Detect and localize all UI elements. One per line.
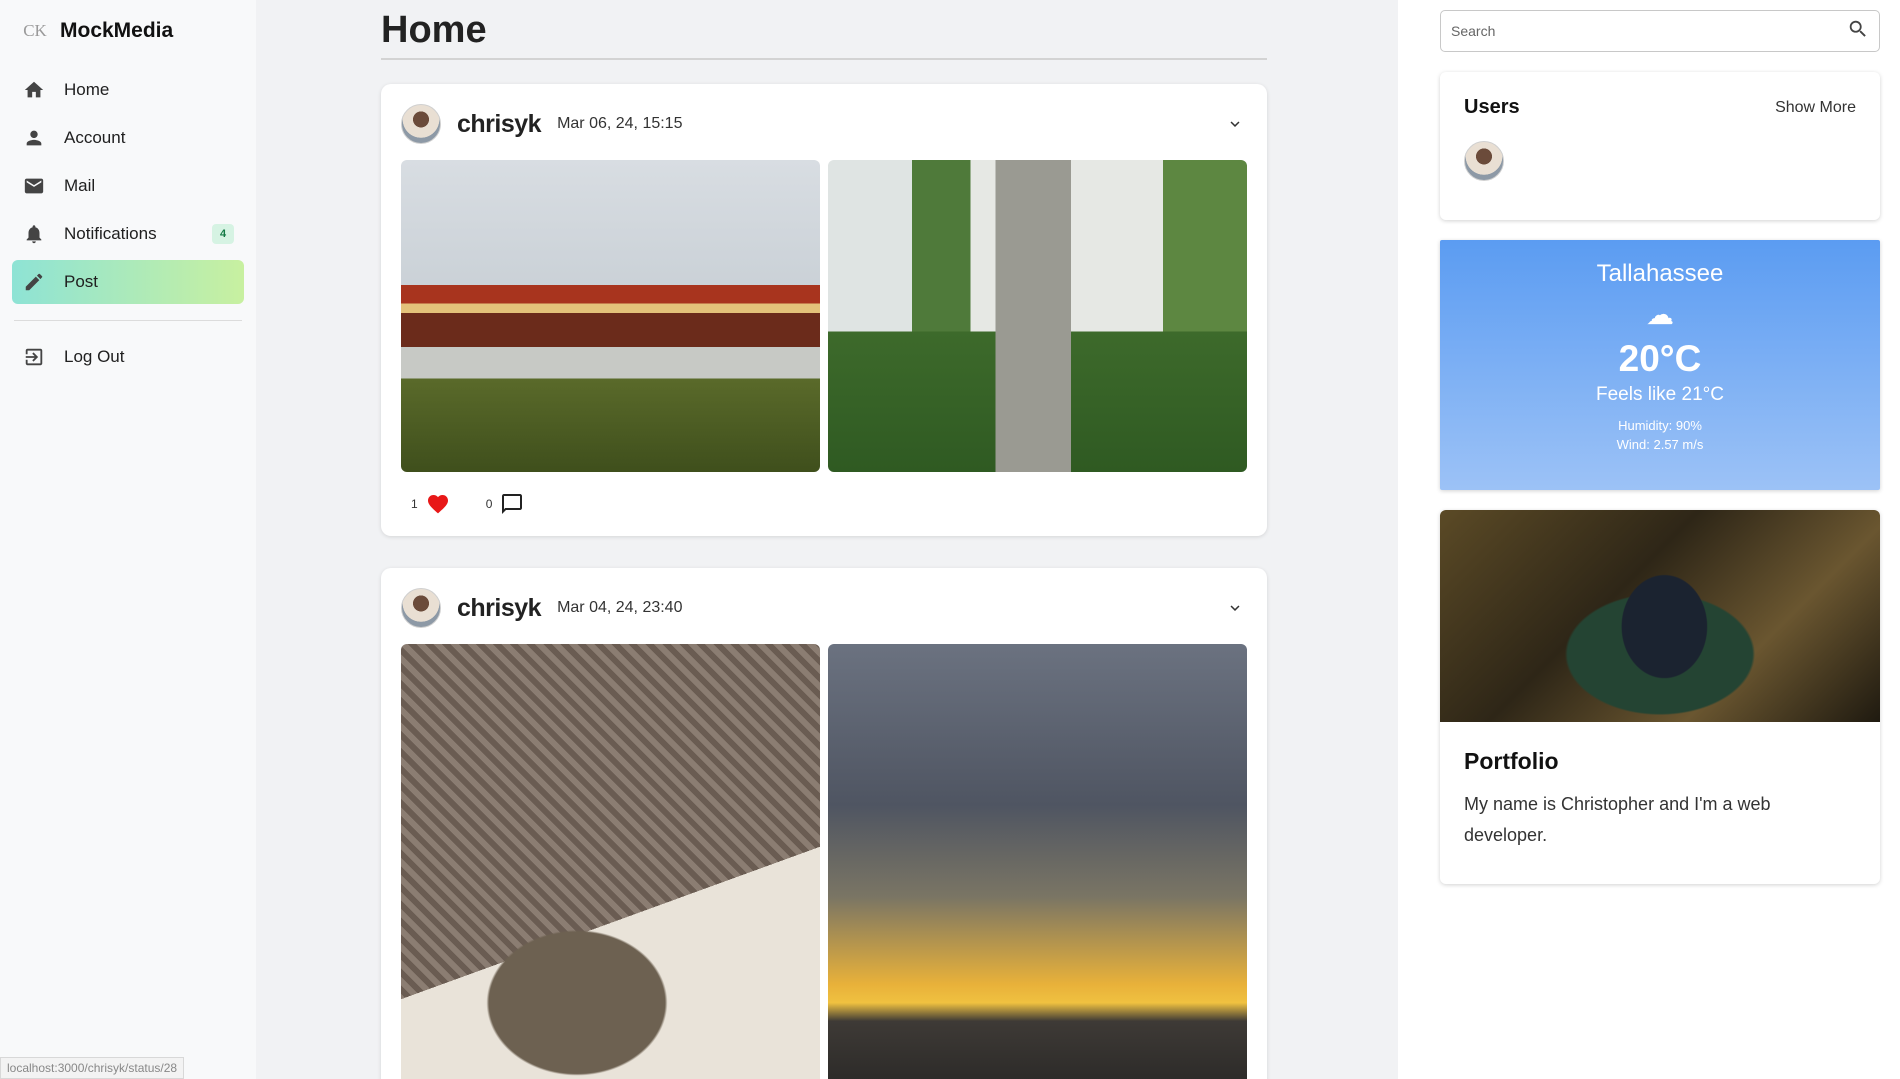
status-bar-url: localhost:3000/chrisyk/status/28 bbox=[0, 1057, 185, 1079]
post-header: chrisyk Mar 04, 24, 23:40 bbox=[401, 588, 1247, 628]
post-photo-sunset[interactable] bbox=[828, 644, 1247, 1079]
weather-humidity: Humidity: 90% bbox=[1618, 418, 1702, 433]
weather-feels-like: Feels like 21°C bbox=[1596, 384, 1724, 405]
sidebar-item-home[interactable]: Home bbox=[12, 68, 244, 112]
sidebar-item-label: Account bbox=[64, 128, 126, 147]
chevron-down-icon[interactable] bbox=[1223, 596, 1247, 620]
sidebar-divider bbox=[14, 320, 242, 321]
users-title: Users bbox=[1464, 96, 1520, 118]
bell-icon bbox=[22, 222, 46, 246]
pencil-icon bbox=[22, 270, 46, 294]
search-icon[interactable] bbox=[1847, 18, 1869, 45]
sidebar-item-label: Home bbox=[64, 80, 110, 99]
home-icon bbox=[22, 78, 46, 102]
post-photos bbox=[401, 644, 1247, 1079]
post-username[interactable]: chrisyk bbox=[457, 110, 542, 139]
brand-logo: CK bbox=[23, 21, 47, 40]
sidebar-item-post[interactable]: Post bbox=[12, 260, 244, 304]
comment-icon bbox=[502, 494, 523, 514]
logout-label: Log Out bbox=[64, 347, 125, 366]
show-more-link[interactable]: Show More bbox=[1775, 99, 1856, 117]
weather-card: Tallahassee ☁ 20°C Feels like 21°C Humid… bbox=[1440, 240, 1880, 490]
user-avatar[interactable] bbox=[1464, 141, 1504, 181]
avatar[interactable] bbox=[401, 588, 441, 628]
post-username[interactable]: chrisyk bbox=[457, 594, 542, 623]
sidebar-item-label: Post bbox=[64, 272, 99, 291]
heart-icon bbox=[427, 495, 448, 514]
post-card[interactable]: chrisyk Mar 04, 24, 23:40 bbox=[381, 568, 1267, 1079]
sidebar: CK MockMedia Home Account Mail Notificat… bbox=[0, 0, 256, 1079]
sidebar-item-label: Notifications bbox=[64, 224, 157, 243]
post-photos bbox=[401, 160, 1247, 472]
post-actions: 1 0 bbox=[401, 472, 1247, 536]
mail-icon bbox=[22, 174, 46, 198]
cloud-icon: ☁ bbox=[1646, 299, 1674, 330]
weather-wind: Wind: 2.57 m/s bbox=[1616, 437, 1704, 452]
avatar[interactable] bbox=[401, 104, 441, 144]
title-divider bbox=[381, 58, 1267, 60]
logout-icon bbox=[22, 345, 46, 369]
page-title: Home bbox=[381, 9, 487, 51]
notifications-count-badge: 4 bbox=[212, 224, 234, 244]
weather-temperature: 20°C bbox=[1618, 338, 1702, 379]
post-photo-garden[interactable] bbox=[828, 160, 1247, 472]
search-input[interactable] bbox=[1451, 23, 1847, 39]
users-card: Users Show More bbox=[1440, 72, 1880, 220]
like-button[interactable]: 1 bbox=[411, 492, 450, 516]
sidebar-item-label: Mail bbox=[64, 176, 96, 195]
brand[interactable]: CK MockMedia bbox=[12, 16, 244, 46]
search-box bbox=[1440, 10, 1880, 52]
person-icon bbox=[22, 126, 46, 150]
sidebar-item-mail[interactable]: Mail bbox=[12, 164, 244, 208]
comment-button[interactable]: 0 bbox=[486, 492, 525, 516]
right-sidebar: Users Show More Tallahassee ☁ 20°C Feels… bbox=[1398, 0, 1900, 1079]
portfolio-description: My name is Christopher and I'm a web dev… bbox=[1464, 794, 1771, 845]
brand-name: MockMedia bbox=[60, 19, 174, 42]
post-date: Mar 04, 24, 23:40 bbox=[557, 599, 683, 616]
sidebar-item-notifications[interactable]: Notifications 4 bbox=[12, 212, 244, 256]
portfolio-card[interactable]: Portfolio My name is Christopher and I'm… bbox=[1440, 510, 1880, 884]
comment-count: 0 bbox=[485, 497, 493, 511]
post-date: Mar 06, 24, 15:15 bbox=[557, 115, 683, 132]
feed: Home chrisyk Mar 06, 24, 15:15 1 0 chris… bbox=[381, 0, 1267, 1079]
chevron-down-icon[interactable] bbox=[1223, 112, 1247, 136]
portfolio-title: Portfolio bbox=[1464, 748, 1559, 774]
weather-city: Tallahassee bbox=[1596, 260, 1724, 287]
logout-button[interactable]: Log Out bbox=[12, 335, 244, 379]
post-photo-temple[interactable] bbox=[401, 160, 820, 472]
sidebar-item-account[interactable]: Account bbox=[12, 116, 244, 160]
post-card[interactable]: chrisyk Mar 06, 24, 15:15 1 0 bbox=[381, 84, 1267, 536]
post-photo-cat[interactable] bbox=[401, 644, 820, 1079]
post-header: chrisyk Mar 06, 24, 15:15 bbox=[401, 104, 1247, 144]
like-count: 1 bbox=[411, 497, 418, 511]
app: CK MockMedia Home Account Mail Notificat… bbox=[0, 0, 1900, 1079]
portfolio-image bbox=[1440, 510, 1880, 722]
users-header: Users Show More bbox=[1464, 96, 1856, 119]
